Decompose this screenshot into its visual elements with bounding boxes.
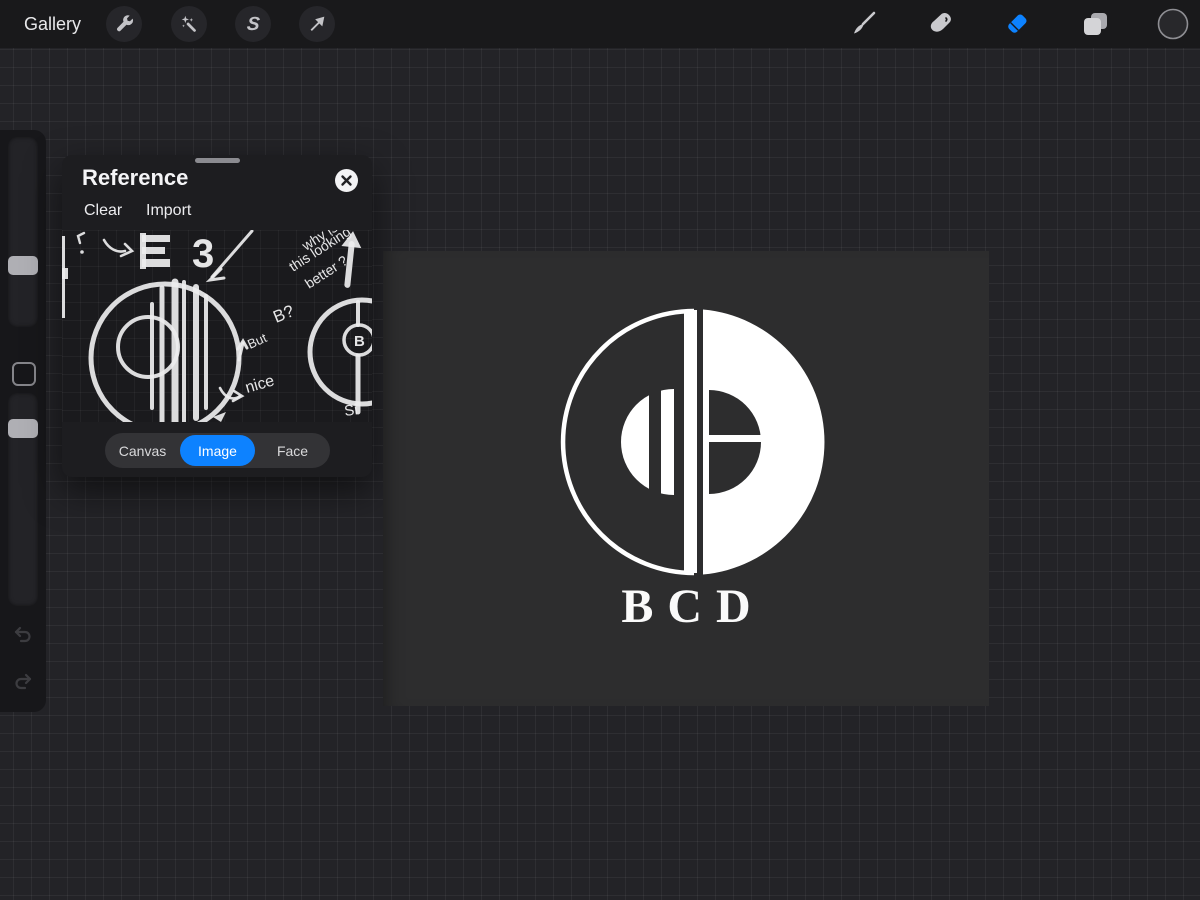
reference-tabbar: Canvas Image Face bbox=[105, 433, 330, 468]
brush-sidebar bbox=[0, 130, 46, 712]
color-swatch bbox=[1157, 8, 1189, 40]
undo-icon bbox=[12, 624, 34, 646]
top-toolbar: Gallery S bbox=[0, 0, 1200, 48]
bcd-logo-artwork bbox=[554, 302, 834, 582]
gallery-button[interactable]: Gallery bbox=[24, 0, 81, 48]
redo-button[interactable] bbox=[12, 671, 34, 693]
wrench-icon bbox=[113, 13, 135, 35]
opacity-handle[interactable] bbox=[8, 419, 38, 438]
selection-s-icon: S bbox=[246, 15, 261, 34]
actions-button[interactable] bbox=[106, 6, 142, 42]
layers-icon bbox=[1080, 9, 1110, 39]
reference-sketch: 3 why is this looking better ? B? bbox=[62, 230, 372, 422]
modify-button[interactable] bbox=[12, 362, 36, 386]
transform-button[interactable] bbox=[299, 6, 335, 42]
eraser-icon bbox=[1002, 9, 1032, 39]
adjustments-button[interactable] bbox=[171, 6, 207, 42]
selection-button[interactable]: S bbox=[235, 6, 271, 42]
sketch-b-question: B? bbox=[270, 301, 296, 326]
undo-button[interactable] bbox=[12, 624, 34, 646]
redo-icon bbox=[12, 671, 34, 693]
smudge-tool-button[interactable] bbox=[924, 8, 956, 40]
panel-drag-handle[interactable] bbox=[195, 158, 240, 163]
close-button[interactable] bbox=[334, 168, 359, 193]
reference-image[interactable]: 3 why is this looking better ? B? bbox=[62, 230, 372, 422]
color-swatch-button[interactable] bbox=[1157, 8, 1189, 40]
tab-canvas[interactable]: Canvas bbox=[105, 433, 180, 468]
tab-face[interactable]: Face bbox=[255, 433, 330, 468]
sketch-three: 3 bbox=[192, 232, 214, 276]
brush-size-slider[interactable] bbox=[8, 137, 38, 327]
brush-icon bbox=[848, 9, 878, 39]
sketch-nice: nice bbox=[243, 372, 276, 396]
magic-wand-icon bbox=[178, 13, 200, 35]
sketch-b-circle: B bbox=[354, 333, 365, 350]
clear-button[interactable]: Clear bbox=[84, 202, 122, 220]
sketch-si: Si bbox=[343, 401, 359, 420]
drawing-canvas[interactable]: BCD bbox=[383, 251, 989, 706]
brush-size-handle[interactable] bbox=[8, 256, 38, 275]
close-icon bbox=[334, 168, 359, 193]
import-button[interactable]: Import bbox=[146, 202, 191, 220]
sketch-but: But bbox=[245, 330, 269, 352]
eraser-tool-button[interactable] bbox=[1001, 8, 1033, 40]
transform-arrow-icon bbox=[306, 13, 328, 35]
reference-panel: Reference Clear Import bbox=[62, 155, 372, 477]
layers-button[interactable] bbox=[1079, 8, 1111, 40]
tab-image[interactable]: Image bbox=[180, 435, 255, 466]
smudge-icon bbox=[925, 9, 955, 39]
brush-tool-button[interactable] bbox=[847, 8, 879, 40]
logo-wordmark: BCD bbox=[383, 579, 989, 634]
panel-title: Reference bbox=[82, 165, 188, 191]
